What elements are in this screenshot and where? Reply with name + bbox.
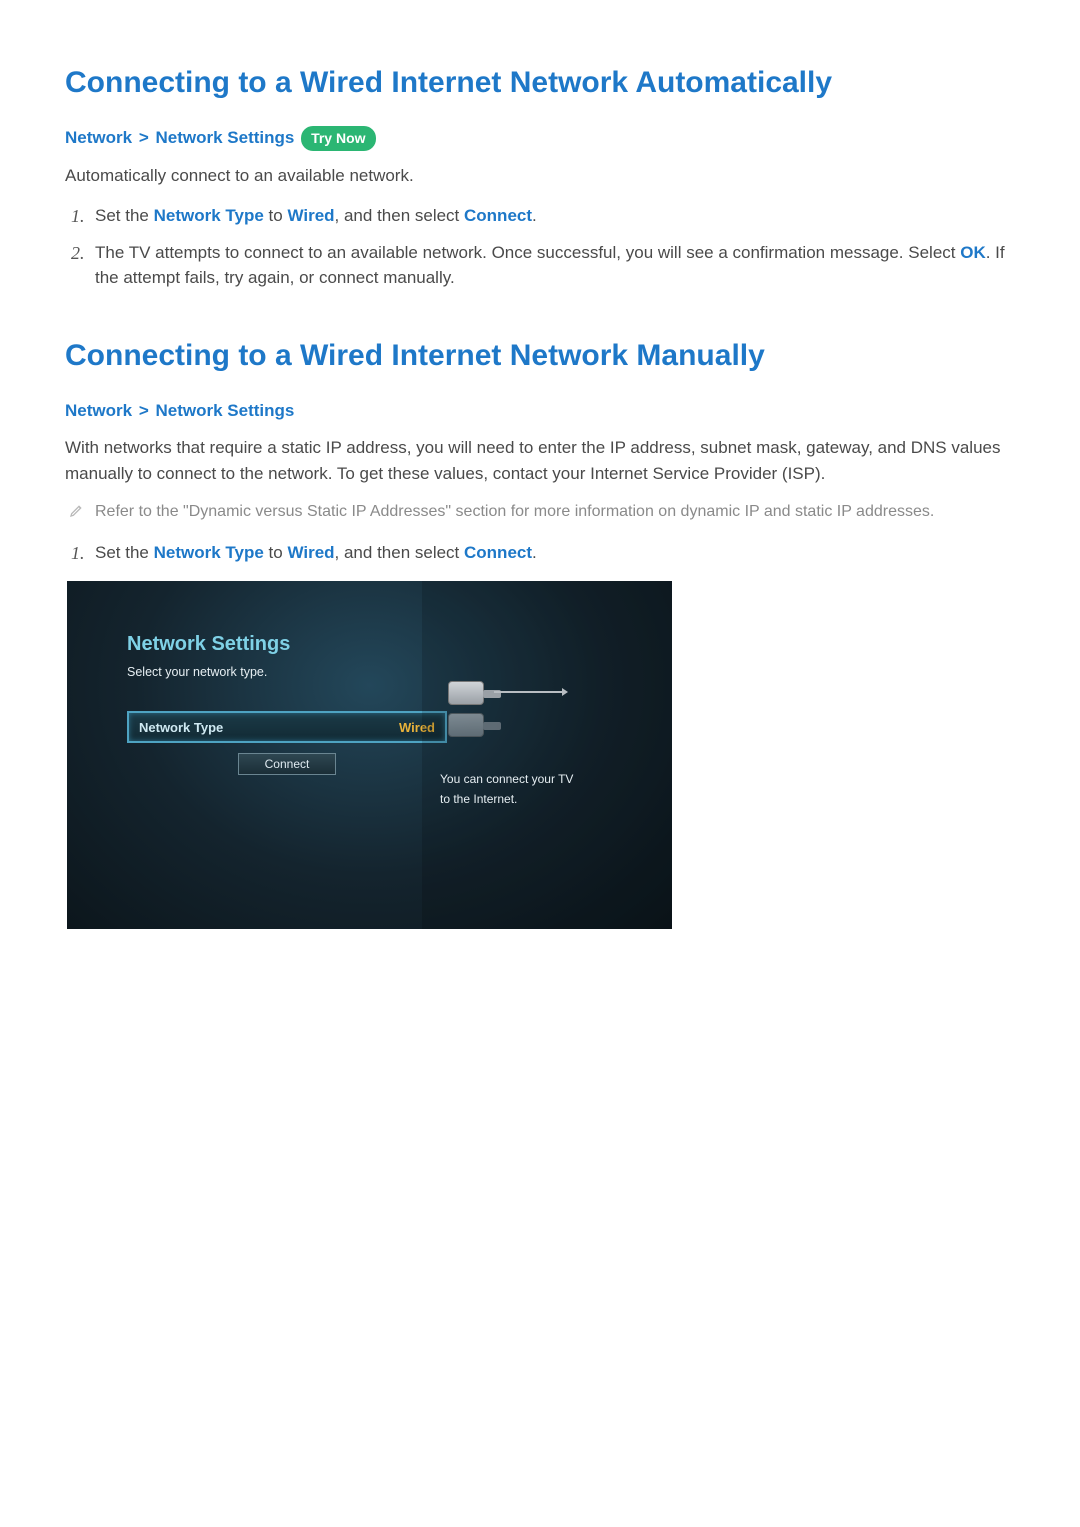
section-manual: Connecting to a Wired Internet Network M… bbox=[65, 333, 1015, 929]
step-number: 1. bbox=[65, 540, 95, 567]
heading-auto: Connecting to a Wired Internet Network A… bbox=[65, 60, 1015, 105]
kw-wired: Wired bbox=[287, 543, 334, 562]
kw-ok: OK bbox=[960, 243, 986, 262]
kw-connect: Connect bbox=[464, 206, 532, 225]
bc-sep: > bbox=[139, 128, 149, 147]
step-number: 1. bbox=[65, 203, 95, 230]
wired-connection-illustration bbox=[434, 677, 574, 741]
step-number: 2. bbox=[65, 240, 95, 267]
intro-manual: With networks that require a static IP a… bbox=[65, 435, 1015, 486]
kw-connect: Connect bbox=[464, 543, 532, 562]
step-1: 1. Set the Network Type to Wired, and th… bbox=[65, 540, 1015, 567]
tv-left-panel: Network Settings Select your network typ… bbox=[127, 629, 447, 776]
adapter-shadow-icon bbox=[448, 713, 484, 737]
breadcrumb-auto: Network > Network Settings Try Now bbox=[65, 125, 1015, 151]
kw-network-type: Network Type bbox=[154, 206, 264, 225]
note: Refer to the "Dynamic versus Static IP A… bbox=[65, 500, 1015, 526]
kw-wired: Wired bbox=[287, 206, 334, 225]
steps-auto: 1. Set the Network Type to Wired, and th… bbox=[65, 203, 1015, 291]
pencil-icon bbox=[65, 500, 95, 526]
tv-title: Network Settings bbox=[127, 629, 447, 659]
bc-network-settings[interactable]: Network Settings bbox=[155, 401, 294, 420]
bc-sep: > bbox=[139, 401, 149, 420]
cable-icon bbox=[494, 691, 564, 693]
breadcrumb-manual: Network > Network Settings bbox=[65, 398, 1015, 424]
step-body: Set the Network Type to Wired, and then … bbox=[95, 203, 1015, 229]
step-body: The TV attempts to connect to an availab… bbox=[95, 240, 1015, 291]
step-body: Set the Network Type to Wired, and then … bbox=[95, 540, 1015, 566]
tv-network-type-row[interactable]: Network Type Wired bbox=[127, 711, 447, 743]
tv-subtitle: Select your network type. bbox=[127, 663, 447, 682]
note-text: Refer to the "Dynamic versus Static IP A… bbox=[95, 500, 1015, 524]
bc-network-settings[interactable]: Network Settings bbox=[155, 128, 294, 147]
kw-network-type: Network Type bbox=[154, 543, 264, 562]
heading-manual: Connecting to a Wired Internet Network M… bbox=[65, 333, 1015, 378]
bc-network[interactable]: Network bbox=[65, 128, 132, 147]
section-auto: Connecting to a Wired Internet Network A… bbox=[65, 60, 1015, 291]
tv-connect-button[interactable]: Connect bbox=[238, 753, 336, 775]
tv-network-type-label: Network Type bbox=[139, 718, 223, 738]
step-1: 1. Set the Network Type to Wired, and th… bbox=[65, 203, 1015, 230]
intro-auto: Automatically connect to an available ne… bbox=[65, 163, 1015, 189]
steps-manual: 1. Set the Network Type to Wired, and th… bbox=[65, 540, 1015, 567]
tv-network-settings-screenshot: Network Settings Select your network typ… bbox=[67, 581, 672, 929]
bc-network[interactable]: Network bbox=[65, 401, 132, 420]
tv-right-panel: You can connect your TV to the Internet. bbox=[422, 581, 672, 929]
try-now-badge[interactable]: Try Now bbox=[301, 126, 375, 151]
step-2: 2. The TV attempts to connect to an avai… bbox=[65, 240, 1015, 291]
tv-caption: You can connect your TV to the Internet. bbox=[440, 769, 654, 810]
adapter-icon bbox=[448, 681, 484, 705]
